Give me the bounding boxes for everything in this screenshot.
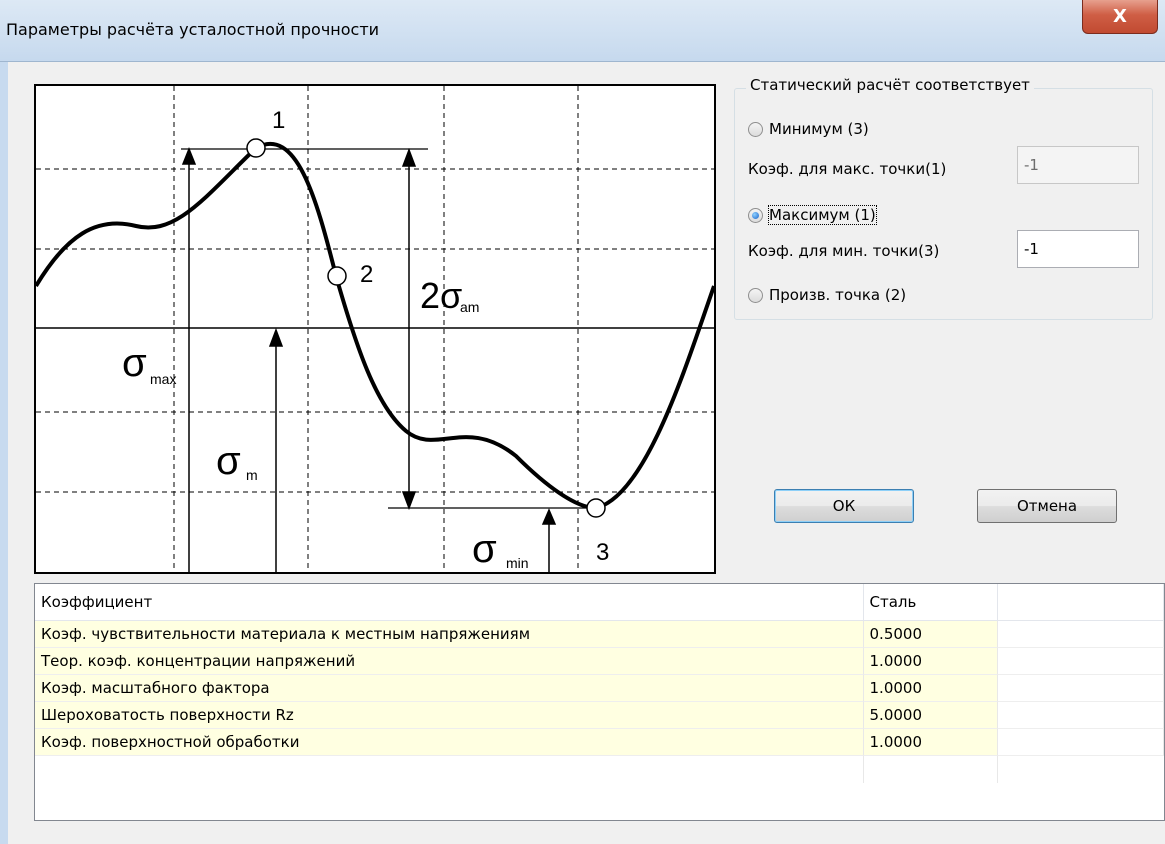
coef-max-label: Коэф. для макс. точки(1): [748, 160, 947, 178]
close-icon: X: [1113, 6, 1127, 27]
table-row[interactable]: Коэф. масштабного фактора 1.0000: [35, 675, 1164, 702]
coef-max-input[interactable]: [1017, 146, 1139, 184]
point-2-marker: [327, 266, 347, 286]
table-row[interactable]: Коэф. чувствительности материала к местн…: [35, 621, 1164, 648]
point-2-label: 2: [360, 261, 373, 288]
sigma-max-subscript: max: [150, 371, 176, 387]
coef-min-input[interactable]: [1017, 230, 1139, 268]
coefficient-name-cell[interactable]: Коэф. чувствительности материала к местн…: [35, 621, 864, 648]
steel-value-cell[interactable]: 0.5000: [863, 621, 999, 648]
table-row[interactable]: Теор. коэф. концентрации напряжений 1.00…: [35, 648, 1164, 675]
radio-arbitrary-label[interactable]: Произв. точка (2): [769, 286, 906, 304]
point-3-label: 3: [596, 539, 609, 566]
steel-value-cell[interactable]: 5.0000: [863, 702, 999, 729]
empty-cell: [998, 621, 1164, 648]
column-header-steel[interactable]: Сталь: [864, 584, 999, 620]
sigma-m-subscript: m: [246, 467, 258, 483]
coefficients-table: Коэффициент Сталь Коэф. чувствительности…: [34, 583, 1165, 821]
empty-cell: [998, 648, 1164, 675]
empty-cell: [998, 702, 1164, 729]
radio-arbitrary[interactable]: Произв. точка (2): [748, 286, 906, 304]
sigma-min-symbol: σ: [472, 527, 497, 571]
table-header: Коэффициент Сталь: [35, 584, 1164, 621]
empty-cell: [864, 756, 999, 783]
static-calc-legend: Статический расчёт соответствует: [746, 76, 1034, 94]
radio-maximum-label[interactable]: Максимум (1): [768, 205, 877, 225]
radio-maximum-indicator[interactable]: [748, 207, 763, 223]
column-header-empty[interactable]: [998, 584, 1164, 620]
steel-value-cell[interactable]: 1.0000: [863, 675, 999, 702]
sigma-m-symbol: σ: [216, 439, 241, 483]
table-row-empty: [35, 756, 1164, 783]
coefficient-name-cell[interactable]: Коэф. поверхностной обработки: [35, 729, 864, 756]
empty-cell: [998, 756, 1164, 783]
empty-cell: [998, 729, 1164, 756]
window-title: Параметры расчёта усталостной прочности: [6, 20, 380, 39]
sigma-am-symbol: 2σ: [420, 275, 462, 316]
coefficient-name-cell[interactable]: Коэф. масштабного фактора: [35, 675, 864, 702]
stress-curve: [36, 141, 714, 511]
coefficient-name-cell[interactable]: Теор. коэф. концентрации напряжений: [35, 648, 864, 675]
coef-min-label: Коэф. для мин. точки(3): [748, 242, 940, 260]
empty-cell: [998, 675, 1164, 702]
close-button[interactable]: X: [1082, 0, 1158, 34]
radio-minimum-indicator[interactable]: [748, 121, 763, 137]
point-3-marker: [586, 498, 606, 518]
steel-value-cell[interactable]: 1.0000: [863, 729, 999, 756]
table-row[interactable]: Шероховатость поверхности Rz 5.0000: [35, 702, 1164, 729]
window-frame: [0, 62, 8, 844]
steel-value-cell[interactable]: 1.0000: [863, 648, 999, 675]
column-header-coefficient[interactable]: Коэффициент: [35, 584, 864, 620]
radio-maximum[interactable]: Максимум (1): [748, 205, 877, 225]
ok-button[interactable]: ОК: [774, 489, 914, 523]
sigma-min-subscript: min: [506, 555, 529, 571]
sigma-am-subscript: am: [460, 299, 479, 315]
radio-minimum-label[interactable]: Минимум (3): [769, 120, 869, 138]
diagram-canvas: 1 2 3 2σ am σ max σ m σ min: [36, 86, 714, 572]
title-bar: Параметры расчёта усталостной прочности …: [0, 0, 1165, 62]
point-1-label: 1: [272, 107, 285, 134]
table-row[interactable]: Коэф. поверхностной обработки 1.0000: [35, 729, 1164, 756]
radio-minimum[interactable]: Минимум (3): [748, 120, 869, 138]
point-1-marker: [246, 138, 266, 158]
empty-cell: [35, 756, 864, 783]
coefficient-name-cell[interactable]: Шероховатость поверхности Rz: [35, 702, 864, 729]
cancel-button[interactable]: Отмена: [977, 489, 1117, 523]
radio-arbitrary-indicator[interactable]: [748, 287, 763, 303]
stress-cycle-diagram: 1 2 3 2σ am σ max σ m σ min: [34, 84, 716, 574]
sigma-max-symbol: σ: [122, 341, 147, 385]
